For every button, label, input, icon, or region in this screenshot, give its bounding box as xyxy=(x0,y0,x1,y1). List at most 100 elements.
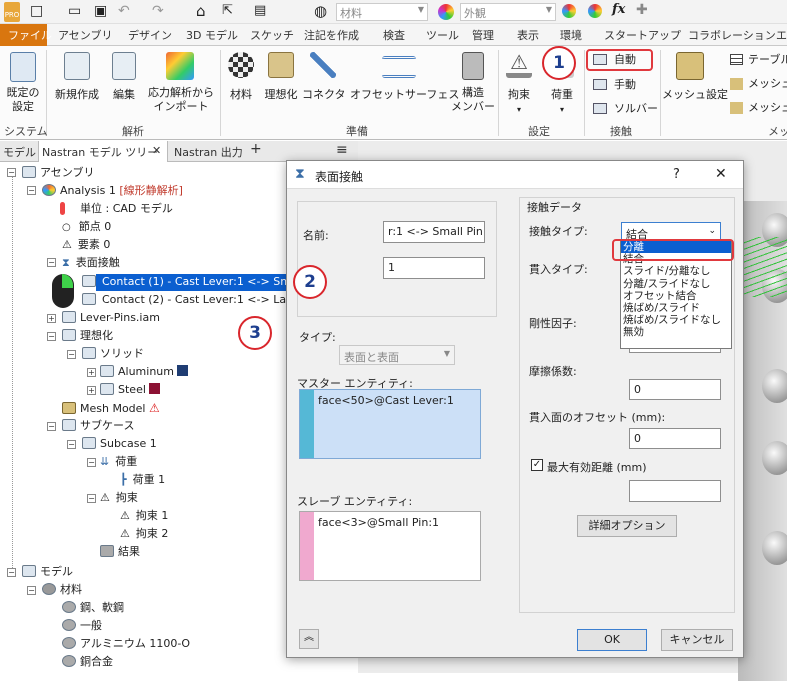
save-icon[interactable]: ▣ xyxy=(94,3,107,19)
mesh-settings-button[interactable]: メッシュ設定 xyxy=(662,88,728,102)
dropdown-option[interactable]: 焼ばめ/スライド xyxy=(621,302,731,314)
dropdown-option[interactable]: 分離/スライドなし xyxy=(621,278,731,290)
fx-icon[interactable]: fx xyxy=(612,2,625,17)
expand-toggle[interactable]: − xyxy=(47,258,56,267)
manual-contact-button[interactable]: 手動 xyxy=(614,78,636,92)
material-button[interactable]: 材料 xyxy=(226,88,256,102)
solver-button[interactable]: ソルバー xyxy=(614,102,658,116)
tree-material-1[interactable]: 鋼、軟鋼 xyxy=(62,601,124,615)
tree-load-1[interactable]: ┣ 荷重 1 xyxy=(120,473,165,487)
connector-button[interactable]: コネクタ xyxy=(302,88,346,102)
expand-toggle[interactable]: − xyxy=(67,350,76,359)
friction-input[interactable]: 0 xyxy=(629,379,721,400)
menu-item[interactable]: コラボレーション xyxy=(688,27,776,43)
undo-icon[interactable]: ↶ xyxy=(118,3,130,19)
tree-model[interactable]: モデル xyxy=(22,565,73,579)
tree-subcase-1[interactable]: Subcase 1 xyxy=(82,437,157,451)
auto-contact-button[interactable]: 自動 xyxy=(614,53,636,67)
slave-entity-list[interactable]: face<3>@Small Pin:1 xyxy=(299,511,481,581)
menu-item[interactable]: デザイン xyxy=(128,27,172,43)
tree-subcases[interactable]: サブケース xyxy=(62,419,134,433)
tree-load[interactable]: ⇊ 荷重 xyxy=(100,455,137,469)
tree-mesh-model[interactable]: Mesh Model ⚠ xyxy=(62,401,160,416)
dropdown-option[interactable]: オフセット結合 xyxy=(621,290,731,302)
table-button[interactable]: テーブル xyxy=(748,53,787,67)
idealization-button[interactable]: 理想化 xyxy=(262,88,300,102)
new-icon[interactable]: □ xyxy=(30,3,43,19)
mesh-generate-button[interactable]: メッシュ生 xyxy=(748,77,787,91)
idealization-icon[interactable] xyxy=(268,52,294,78)
default-settings-button[interactable]: 既定の 設定 xyxy=(4,86,42,114)
menu-item[interactable]: 環境 xyxy=(560,27,582,43)
id-input[interactable]: 1 xyxy=(383,257,485,279)
menu-item[interactable]: ファイル xyxy=(8,27,52,43)
import-stress-icon[interactable] xyxy=(166,52,194,80)
name-input[interactable]: r:1 <-> Small Pin:1 xyxy=(383,221,485,243)
tree-constraint-2[interactable]: ⚠ 拘束 2 xyxy=(120,527,168,541)
structural-member-button[interactable]: 構造 メンバー xyxy=(450,86,496,114)
tree-results[interactable]: 結果 xyxy=(100,545,140,559)
hamburger-menu-icon[interactable]: ≡ xyxy=(336,142,348,158)
tree-material-4[interactable]: 銅合金 xyxy=(62,655,113,669)
home-icon[interactable]: ⌂ xyxy=(196,2,206,20)
import-stress-button[interactable]: 応力解析から インポート xyxy=(146,86,216,114)
close-icon[interactable]: ✕ xyxy=(715,166,727,182)
details-button[interactable]: 詳細オプション xyxy=(577,515,677,537)
expand-toggle[interactable]: − xyxy=(7,168,16,177)
expand-toggle[interactable]: − xyxy=(7,568,16,577)
tree-elements[interactable]: ⚠ 要素 0 xyxy=(62,238,110,252)
slave-entity-item[interactable]: face<3>@Small Pin:1 xyxy=(318,516,439,529)
expand-toggle[interactable]: + xyxy=(87,368,96,377)
material-combo[interactable]: 材料 ▼ xyxy=(336,3,428,21)
menu-item[interactable]: スタートアップ xyxy=(604,27,681,43)
load-button[interactable]: 荷重 ▾ xyxy=(546,88,578,117)
offset-surface-icon[interactable] xyxy=(382,56,416,78)
menu-item[interactable]: 管理 xyxy=(472,27,494,43)
mesh-settings-icon[interactable] xyxy=(676,52,704,80)
expand-toggle[interactable]: − xyxy=(27,586,36,595)
menu-item[interactable]: アセンブリ xyxy=(58,27,112,43)
max-distance-checkbox[interactable]: ✓ xyxy=(531,459,543,471)
tab-close-icon[interactable]: ✕ xyxy=(152,144,161,157)
tree-unit[interactable]: 単位 : CAD モデル xyxy=(60,202,173,216)
expand-toggle[interactable]: − xyxy=(67,440,76,449)
expand-toggle[interactable]: + xyxy=(87,386,96,395)
constraint-button[interactable]: 拘束 ▾ xyxy=(504,88,534,117)
menu-item[interactable]: エレ xyxy=(776,27,787,43)
expand-toggle[interactable]: − xyxy=(27,186,36,195)
edit-analysis-icon[interactable] xyxy=(112,52,136,80)
menu-item[interactable]: 表示 xyxy=(517,27,539,43)
expand-toggle[interactable]: + xyxy=(47,314,56,323)
tree-analysis[interactable]: Analysis 1 [線形静解析] xyxy=(42,184,183,198)
offset-input[interactable]: 0 xyxy=(629,428,721,449)
collapse-button[interactable]: ︽ xyxy=(299,629,319,649)
expand-toggle[interactable]: − xyxy=(47,332,56,341)
tree-material-2[interactable]: 一般 xyxy=(62,619,102,633)
tree-constraint-1[interactable]: ⚠ 拘束 1 xyxy=(120,509,168,523)
menu-item[interactable]: 検査 xyxy=(383,27,405,43)
expand-toggle[interactable]: − xyxy=(87,458,96,467)
dropdown-option[interactable]: スライド/分離なし xyxy=(621,265,731,277)
tree-aluminum[interactable]: Aluminum xyxy=(100,365,189,379)
master-entity-item[interactable]: face<50>@Cast Lever:1 xyxy=(318,394,454,407)
tab-nastran-output[interactable]: Nastran 出力 xyxy=(174,144,243,160)
redo-icon[interactable]: ↷ xyxy=(152,3,164,19)
offset-surface-button[interactable]: オフセットサーフェス xyxy=(350,88,459,102)
help-button[interactable]: ? xyxy=(673,167,680,182)
menu-item[interactable]: 注記を作成 xyxy=(304,27,359,43)
tree-materials[interactable]: 材料 xyxy=(42,583,82,597)
select-icon[interactable]: ⇱ xyxy=(222,3,233,18)
master-entity-list[interactable]: face<50>@Cast Lever:1 xyxy=(299,389,481,459)
add-tab-icon[interactable]: + xyxy=(250,141,262,157)
structural-member-icon[interactable] xyxy=(462,52,484,80)
plus-icon[interactable]: ✚ xyxy=(636,2,648,18)
clear-appearance-icon[interactable] xyxy=(588,4,602,18)
expand-toggle[interactable]: − xyxy=(47,422,56,431)
max-distance-input[interactable] xyxy=(629,480,721,502)
tree-material-3[interactable]: アルミニウム 1100-O xyxy=(62,637,190,651)
ok-button[interactable]: OK xyxy=(577,629,647,651)
appearance-combo[interactable]: 外観 ▼ xyxy=(460,3,556,21)
menu-item[interactable]: スケッチ xyxy=(250,27,294,43)
tree-steel[interactable]: Steel xyxy=(100,383,161,397)
tree-assembly[interactable]: アセンブリ xyxy=(22,166,94,180)
